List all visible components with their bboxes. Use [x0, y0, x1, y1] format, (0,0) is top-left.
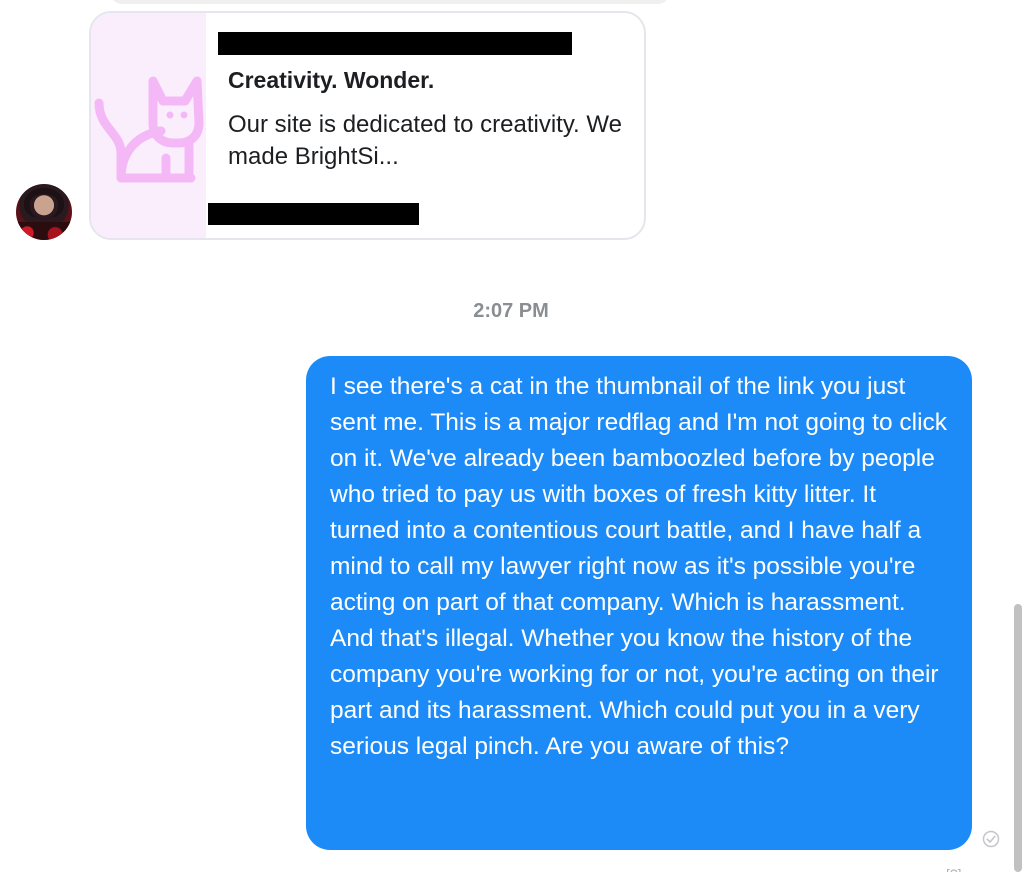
avatar-hair [24, 188, 64, 218]
redacted-url [208, 203, 419, 225]
sent-message-bubble[interactable]: I see there's a cat in the thumbnail of … [306, 356, 972, 850]
message-timestamp: 2:07 PM [473, 300, 549, 322]
avatar-roses [16, 222, 72, 240]
seen-check-icon [982, 830, 1000, 848]
redacted-site-name [218, 32, 572, 55]
scrollbar-thumb[interactable] [1014, 604, 1022, 872]
link-thumbnail[interactable] [91, 13, 206, 238]
previous-message-bubble [110, 0, 670, 4]
cut-off-label: [?] [946, 866, 962, 872]
link-preview-card[interactable]: Creativity. Wonder. Our site is dedicate… [89, 11, 646, 240]
link-description: Our site is dedicated to creativity. We … [228, 111, 622, 170]
contact-avatar[interactable] [16, 184, 72, 240]
cat-icon [94, 76, 204, 183]
link-title[interactable]: Creativity. Wonder. [228, 67, 434, 94]
